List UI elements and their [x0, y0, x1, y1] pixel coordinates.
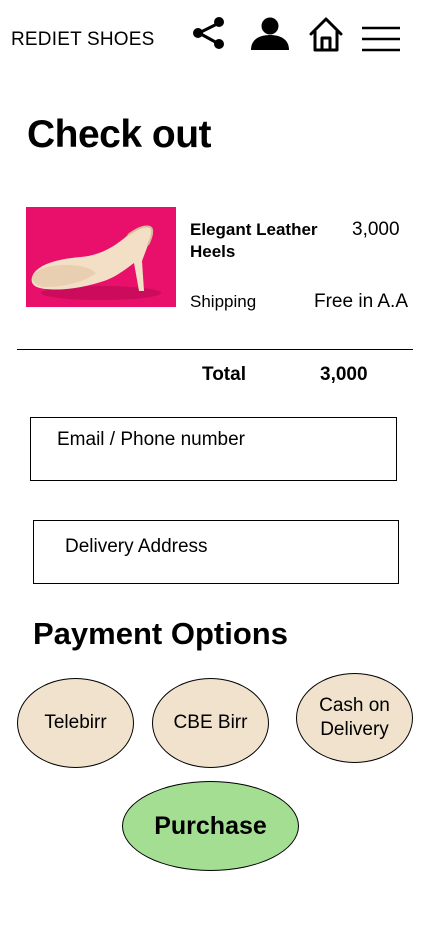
product-name: Elegant Leather Heels — [190, 220, 318, 261]
email-phone-field[interactable] — [30, 417, 397, 481]
share-icon[interactable] — [192, 16, 226, 50]
payment-options-heading: Payment Options — [33, 616, 288, 651]
total-label: Total — [202, 364, 246, 385]
product-price: 3,000 — [352, 219, 400, 240]
menu-icon[interactable] — [360, 22, 402, 54]
telebirr-option-button[interactable]: Telebirr — [17, 678, 134, 768]
total-value: 3,000 — [320, 364, 368, 385]
shipping-label: Shipping — [190, 292, 257, 311]
delivery-address-field[interactable] — [33, 520, 399, 584]
page-title: Check out — [27, 113, 212, 156]
cbe-birr-option-button[interactable]: CBE Birr — [152, 678, 269, 768]
home-icon[interactable] — [307, 15, 345, 53]
divider — [17, 349, 413, 350]
user-icon[interactable] — [249, 17, 291, 51]
purchase-button[interactable]: Purchase — [122, 781, 299, 871]
product-image — [26, 207, 176, 307]
brand-name: REDIET SHOES — [11, 29, 155, 50]
shipping-value: Free in A.A — [314, 291, 408, 312]
cash-on-delivery-option-button[interactable]: Cash on Delivery — [296, 673, 413, 763]
